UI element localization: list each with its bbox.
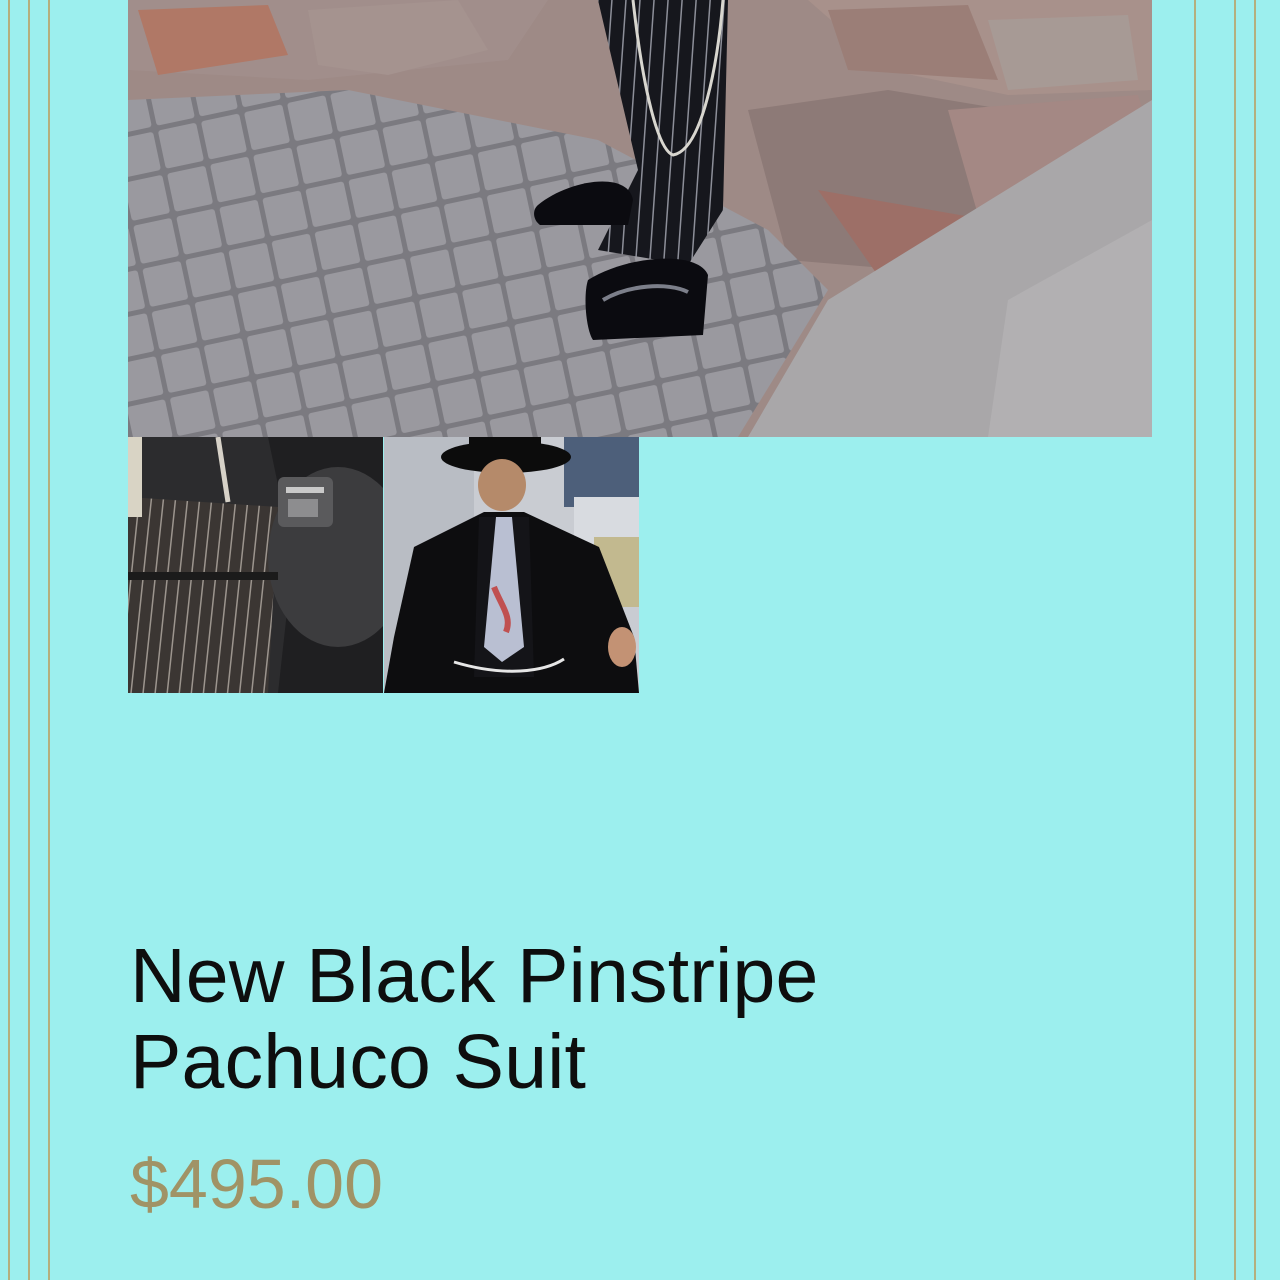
main-product-photo-illustration bbox=[128, 0, 1152, 437]
thumbnail-full-suit[interactable] bbox=[384, 437, 639, 693]
product-price: $495.00 bbox=[130, 1145, 384, 1223]
frame-line-right-inner bbox=[1194, 0, 1196, 1280]
product-title: New Black Pinstripe Pachuco Suit bbox=[130, 933, 819, 1105]
frame-line-right-middle bbox=[1234, 0, 1236, 1280]
frame-line-left-inner bbox=[48, 0, 50, 1280]
thumbnail-belt-detail-illustration bbox=[128, 437, 383, 693]
frame-line-left-middle bbox=[28, 0, 30, 1280]
thumbnail-belt-detail[interactable] bbox=[128, 437, 383, 693]
frame-line-left-outer bbox=[8, 0, 10, 1280]
frame-line-right-outer bbox=[1254, 0, 1256, 1280]
thumbnail-full-suit-illustration bbox=[384, 437, 639, 693]
main-product-image[interactable] bbox=[128, 0, 1152, 437]
